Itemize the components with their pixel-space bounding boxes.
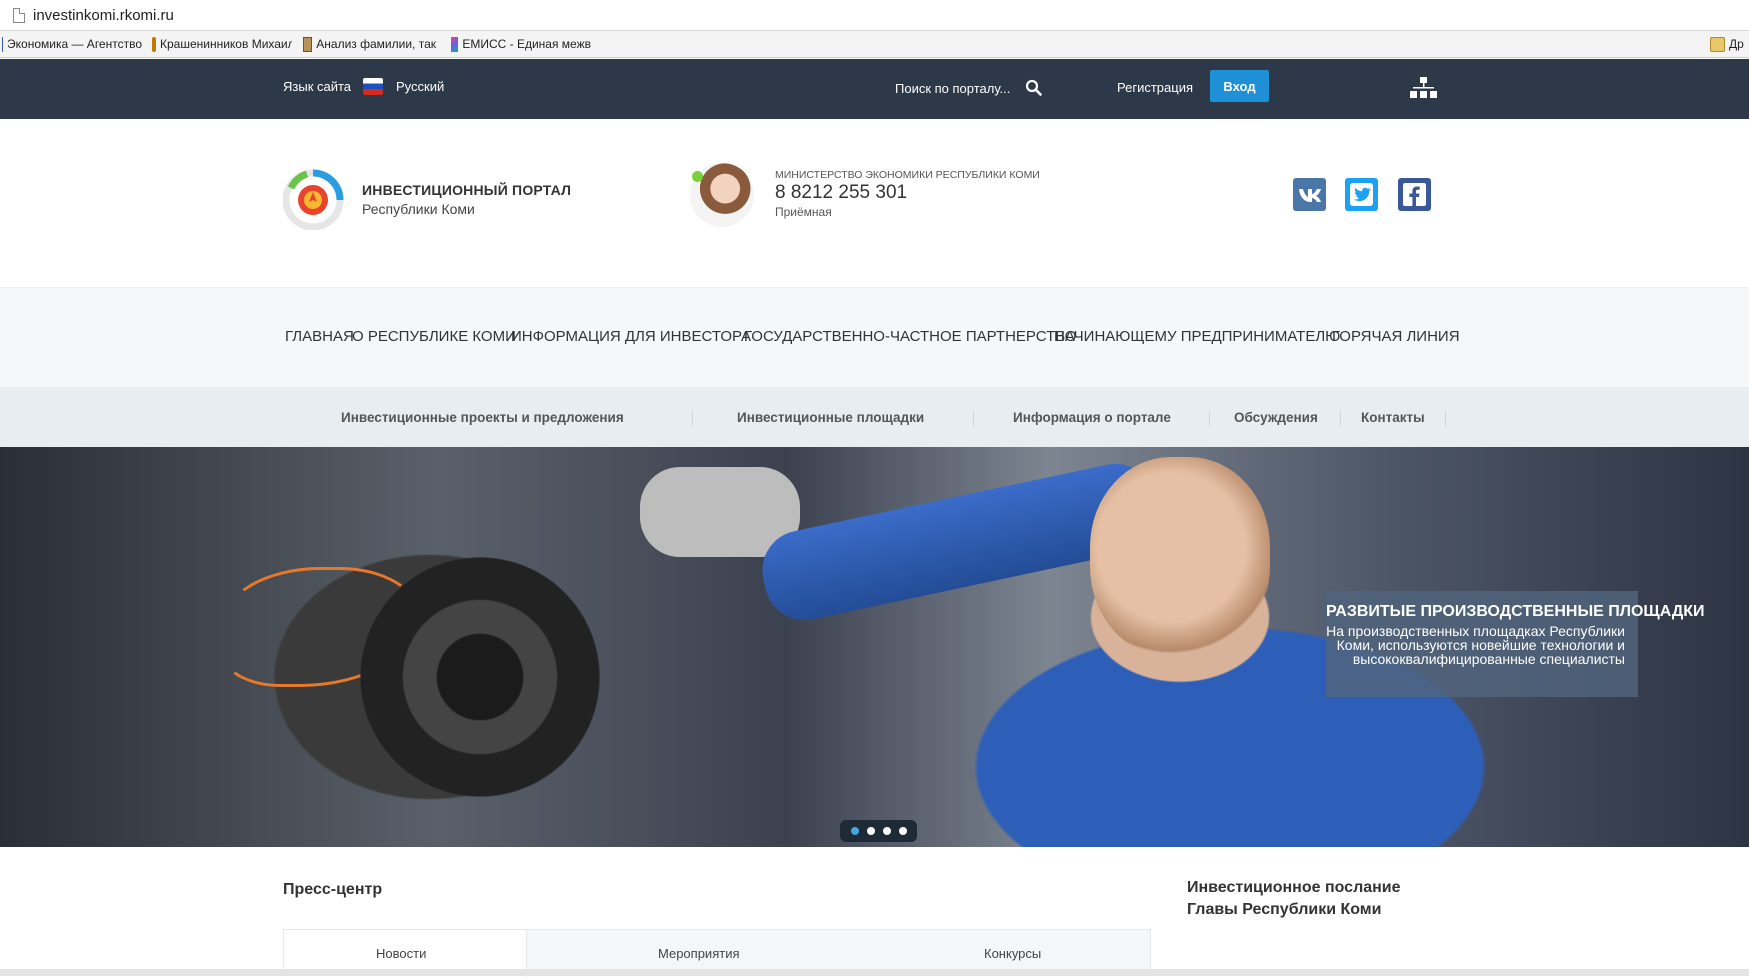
phone-note: Приёмная — [775, 205, 832, 219]
nav-entrepreneur[interactable]: НАЧИНАЮЩЕМУ ПРЕДПРИНИМАТЕЛЮ — [1054, 328, 1340, 345]
subnav-portal-info[interactable]: Информация о портале — [1013, 410, 1171, 425]
register-link[interactable]: Регистрация — [1117, 80, 1193, 95]
slider-dots — [840, 820, 917, 842]
site-header: ИНВЕСТИЦИОННЫЙ ПОРТАЛ Республики Коми МИ… — [0, 119, 1749, 287]
hero-image-worker — [1090, 457, 1270, 657]
investment-message-line: Инвестиционное послание — [1187, 879, 1401, 896]
subnav-divider — [973, 411, 974, 427]
facebook-icon[interactable] — [1398, 178, 1431, 211]
phone-number[interactable]: 8 8212 255 301 — [775, 182, 907, 204]
bookmark-item[interactable]: ЕМИСС - Единая межв — [451, 31, 591, 58]
online-status-icon — [692, 171, 703, 182]
twitter-icon[interactable] — [1345, 178, 1378, 211]
bookmark-folder[interactable]: Др — [1710, 31, 1749, 58]
book-icon — [303, 36, 313, 52]
folder-icon — [1710, 36, 1725, 52]
tab-contests[interactable]: Конкурсы — [984, 946, 1041, 961]
url-text[interactable]: investinkomi.rkomi.ru — [33, 7, 174, 24]
ministry-name: МИНИСТЕРСТВО ЭКОНОМИКИ РЕСПУБЛИКИ КОМИ — [775, 169, 1040, 181]
portal-subtitle: Республики Коми — [362, 201, 475, 217]
sitemap-icon[interactable] — [1410, 77, 1437, 99]
language-selector[interactable]: Русский — [396, 79, 444, 94]
sub-nav: Инвестиционные проекты и предложения Инв… — [0, 387, 1749, 447]
investment-message-line: Главы Республики Коми — [1187, 901, 1382, 918]
slider-dot[interactable] — [866, 827, 875, 835]
horizontal-scrollbar[interactable] — [0, 969, 1749, 976]
page-icon — [13, 7, 25, 23]
subnav-divider — [1445, 411, 1446, 427]
slide-caption: РАЗВИТЫЕ ПРОИЗВОДСТВЕННЫЕ ПЛОЩАДКИ На пр… — [1326, 591, 1705, 697]
subnav-projects[interactable]: Инвестиционные проекты и предложения — [341, 410, 624, 425]
odnoklassniki-icon — [152, 36, 156, 52]
hero-image-machine — [360, 557, 600, 797]
bookmark-label: Др — [1729, 37, 1744, 51]
subnav-divider — [692, 411, 693, 427]
bar-chart-icon — [2, 36, 4, 52]
search-input[interactable]: Поиск по порталу... — [895, 81, 1010, 96]
tab-events[interactable]: Мероприятия — [658, 946, 740, 961]
tab-news[interactable]: Новости — [376, 946, 426, 961]
hero-slider[interactable]: РАЗВИТЫЕ ПРОИЗВОДСТВЕННЫЕ ПЛОЩАДКИ На пр… — [0, 447, 1749, 847]
slide-caption-line: Коми, используются новейшие технологии и — [1336, 637, 1625, 653]
nav-investor-info[interactable]: ИНФОРМАЦИЯ ДЛЯ ИНВЕСТОРА — [511, 328, 751, 345]
subnav-sites[interactable]: Инвестиционные площадки — [737, 410, 924, 425]
slide-caption-text: На производственных площадках Республики… — [1326, 624, 1625, 666]
nav-about-komi[interactable]: О РЕСПУБЛИКЕ КОМИ — [352, 328, 516, 345]
subnav-contacts[interactable]: Контакты — [1361, 410, 1425, 425]
slide-caption-line: высококвалифицированные специалисты — [1352, 651, 1625, 667]
slider-dot[interactable] — [898, 827, 907, 835]
bookmark-label: Анализ фамилии, так — [316, 37, 436, 51]
main-nav: ГЛАВНАЯ О РЕСПУБЛИКЕ КОМИ ИНФОРМАЦИЯ ДЛЯ… — [0, 287, 1749, 387]
slider-dot[interactable] — [850, 827, 859, 835]
subnav-divider — [1209, 411, 1210, 427]
bookmark-label: Экономика — Агентство — [7, 37, 142, 51]
bookmark-item[interactable]: Экономика — Агентство — [2, 31, 142, 58]
bookmark-item[interactable]: Анализ фамилии, так — [303, 31, 436, 58]
russian-flag-icon[interactable] — [363, 78, 383, 95]
bookmark-label: ЕМИСС - Единая межв — [462, 37, 591, 51]
top-bar: Язык сайта Русский Поиск по порталу... Р… — [0, 59, 1749, 119]
bookmark-label: Крашенинников Михаил — [160, 37, 292, 51]
nav-home[interactable]: ГЛАВНАЯ — [285, 328, 354, 345]
slider-dot[interactable] — [882, 827, 891, 835]
emiss-icon — [451, 36, 459, 52]
bookmarks-bar: Экономика — Агентство Крашенинников Миха… — [0, 31, 1749, 58]
search-icon[interactable] — [1025, 79, 1042, 96]
subnav-discussions[interactable]: Обсуждения — [1234, 410, 1318, 425]
press-center-title: Пресс-центр — [283, 881, 383, 898]
slide-caption-title: РАЗВИТЫЕ ПРОИЗВОДСТВЕННЫЕ ПЛОЩАДКИ — [1326, 603, 1705, 620]
portal-title: ИНВЕСТИЦИОННЫЙ ПОРТАЛ — [362, 182, 572, 198]
slide-caption-line: На производственных площадках Республики — [1326, 623, 1625, 639]
subnav-divider — [1340, 411, 1341, 427]
portal-logo[interactable] — [283, 168, 345, 230]
bookmark-item[interactable]: Крашенинников Михаил — [152, 31, 292, 58]
vk-icon[interactable] — [1293, 178, 1326, 211]
login-button[interactable]: Вход — [1210, 70, 1269, 102]
nav-ppp[interactable]: ГОСУДАРСТВЕННО-ЧАСТНОЕ ПАРТНЕРСТВО — [744, 328, 1076, 345]
address-bar[interactable]: investinkomi.rkomi.ru — [0, 0, 1749, 31]
investment-message-link[interactable]: Инвестиционное послание Главы Республики… — [1187, 877, 1401, 921]
nav-hotline[interactable]: ГОРЯЧАЯ ЛИНИЯ — [1332, 328, 1460, 345]
language-label: Язык сайта — [283, 79, 352, 94]
